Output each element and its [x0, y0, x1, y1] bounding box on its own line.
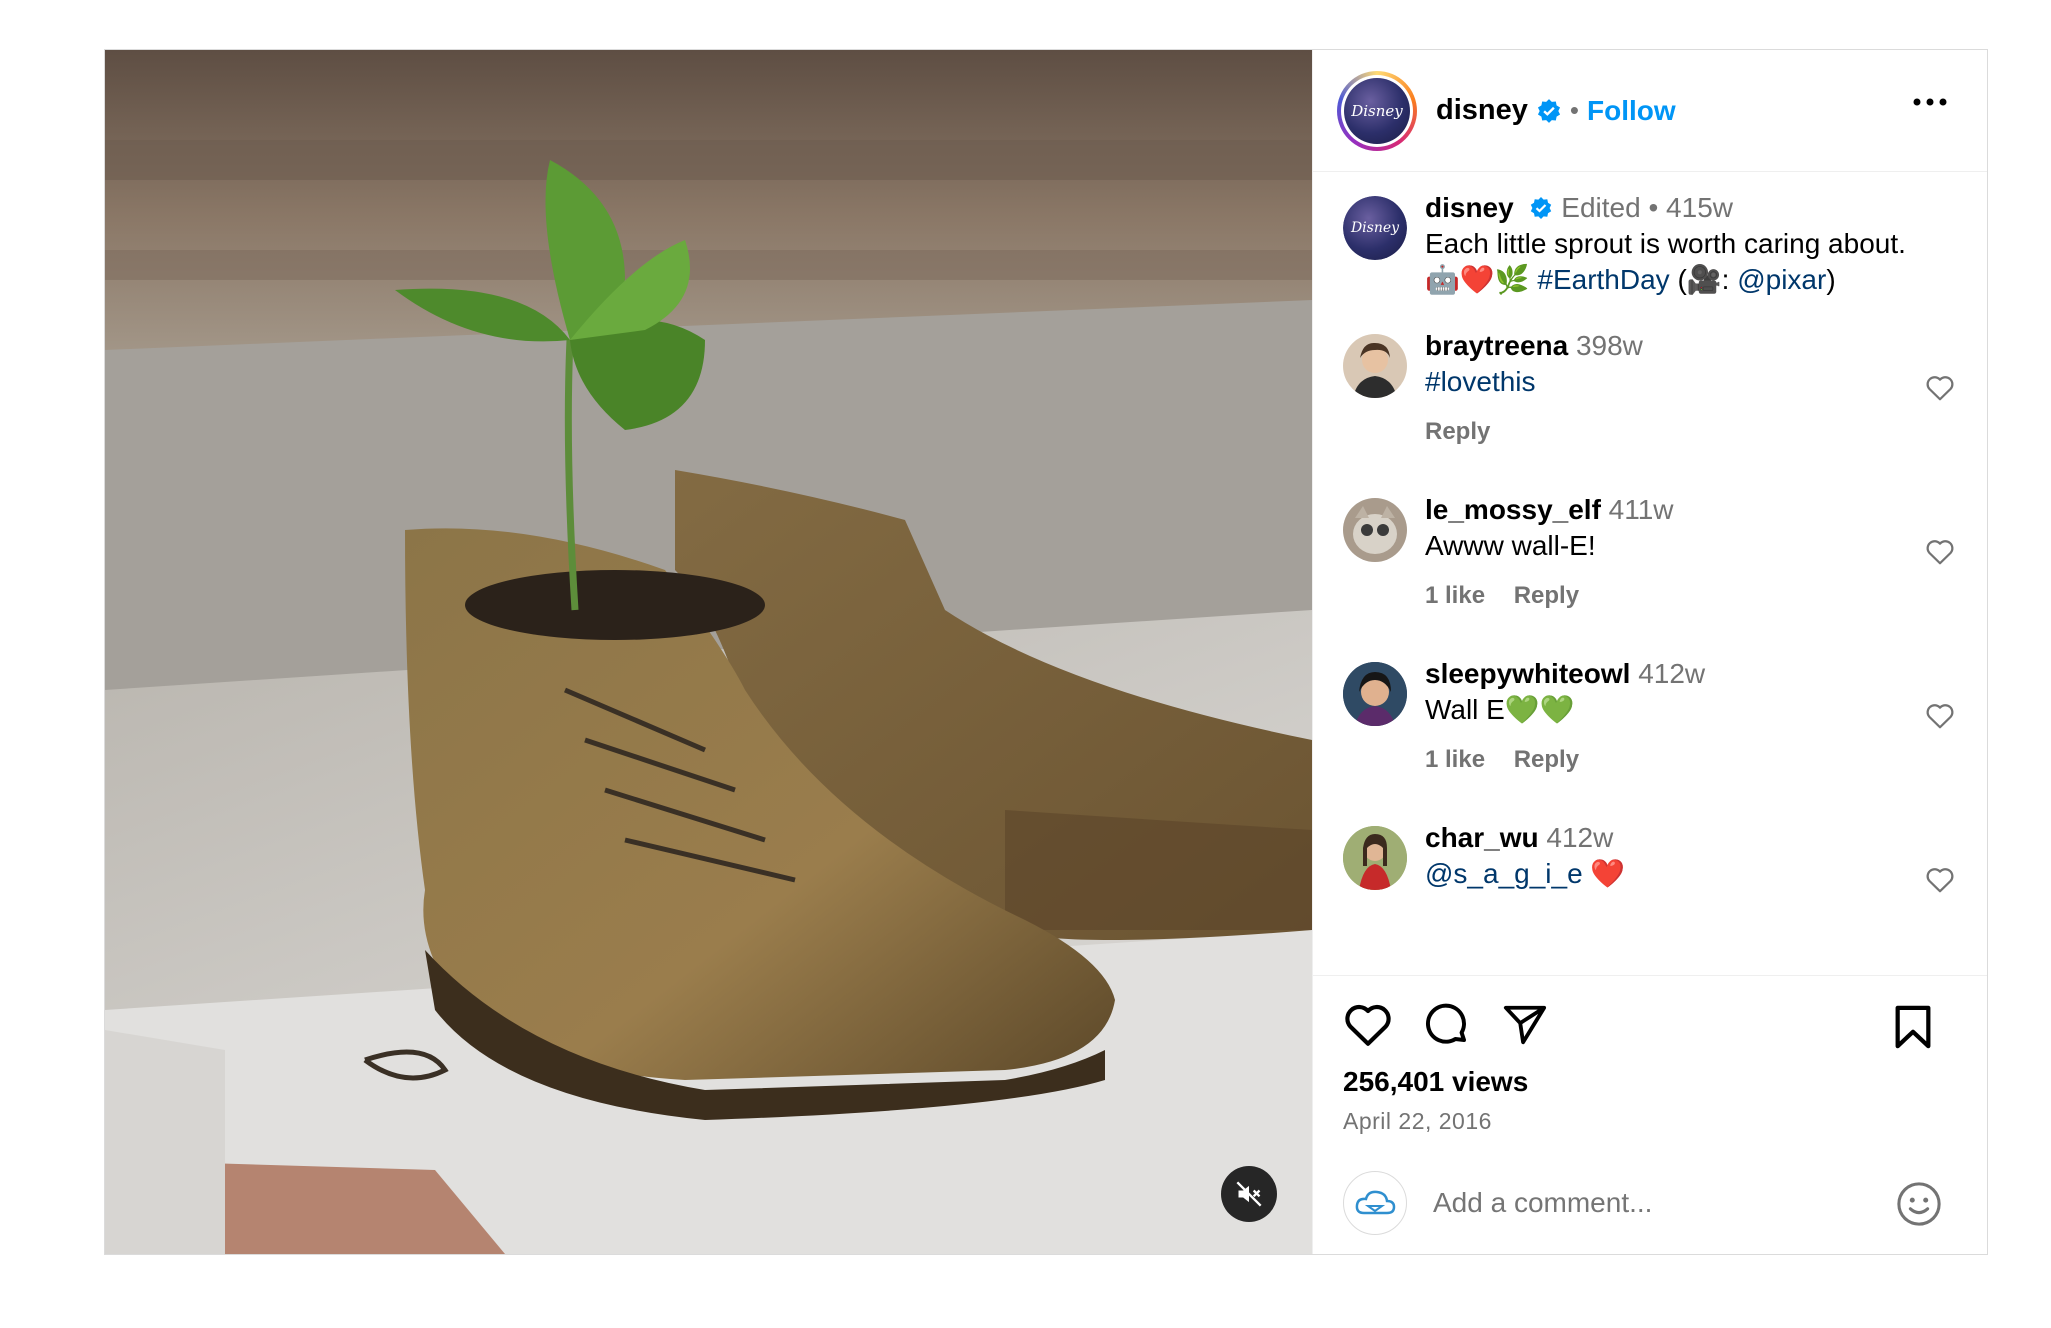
comment-bubble-icon[interactable] [1423, 1001, 1471, 1049]
comment-item: sleepywhiteowl 412w Wall E💚💚 1 like Repl… [1343, 658, 1987, 778]
mention-link[interactable]: @pixar [1737, 264, 1826, 295]
comment-username[interactable]: sleepywhiteowl [1425, 658, 1630, 689]
views-count[interactable]: 256,401 views [1343, 1066, 1963, 1098]
comments-list[interactable]: Disney disney Edited • 415w Each little … [1313, 172, 1987, 975]
bookmark-icon[interactable] [1893, 1004, 1933, 1050]
action-bar: 256,401 views April 22, 2016 [1313, 975, 1987, 1150]
smiley-icon[interactable] [1896, 1181, 1942, 1227]
post-header: Disney disney • Follow [1313, 50, 1987, 172]
comment-time[interactable]: 398w [1576, 330, 1643, 361]
edited-label: Edited [1561, 192, 1641, 223]
comment-text: Awww wall-E! [1425, 530, 1596, 561]
story-ring[interactable]: Disney [1337, 70, 1417, 151]
heart-icon[interactable] [1925, 374, 1955, 402]
hashtag-link[interactable]: #EarthDay [1537, 264, 1669, 295]
reply-button[interactable]: Reply [1514, 582, 1579, 609]
comment-input[interactable] [1433, 1186, 1853, 1219]
comment-time[interactable]: 411w [1609, 494, 1674, 525]
account-username[interactable]: disney [1436, 94, 1528, 127]
follow-button[interactable]: Follow [1587, 95, 1676, 127]
comment-text: Wall E💚💚 [1425, 694, 1575, 725]
heart-icon[interactable] [1343, 1002, 1393, 1048]
comment-item: char_wu 412w @s_a_g_i_e ❤️ [1343, 822, 1987, 894]
more-options-icon[interactable] [1913, 98, 1947, 106]
instagram-post: Disney disney • Follow Disney disney Edi… [104, 49, 1988, 1255]
comment-time[interactable]: 412w [1546, 822, 1613, 853]
avatar[interactable]: Disney [1343, 196, 1407, 260]
comment-username[interactable]: le_mossy_elf [1425, 494, 1601, 525]
reply-button[interactable]: Reply [1425, 418, 1490, 445]
verified-badge-icon [1537, 98, 1560, 123]
heart-icon[interactable] [1925, 702, 1955, 730]
post-sidebar: Disney disney • Follow Disney disney Edi… [1312, 50, 1987, 1254]
avatar[interactable] [1343, 662, 1407, 726]
mention-link[interactable]: @s_a_g_i_e [1425, 858, 1583, 889]
avatar: Disney [1344, 77, 1410, 144]
separator-dot: • [1648, 192, 1659, 223]
comment-username[interactable]: braytreena [1425, 330, 1568, 361]
reply-button[interactable]: Reply [1514, 746, 1579, 773]
comment-item: le_mossy_elf 411w Awww wall-E! 1 like Re… [1343, 494, 1987, 614]
post-date[interactable]: April 22, 2016 [1343, 1108, 1963, 1135]
likes-count[interactable]: 1 like [1425, 582, 1485, 609]
caption: Disney disney Edited • 415w Each little … [1343, 192, 1987, 298]
separator-dot: • [1569, 95, 1579, 125]
speaker-muted-icon [1236, 1181, 1262, 1207]
avatar[interactable] [1343, 334, 1407, 398]
comment-item: braytreena 398w #lovethis Reply [1343, 330, 1987, 450]
post-media[interactable] [105, 50, 1312, 1254]
heart-icon[interactable] [1925, 866, 1955, 894]
comment-hashtag[interactable]: #lovethis [1425, 364, 1643, 400]
boots-sprout-photo [105, 50, 1312, 1254]
cloud-icon [1355, 1190, 1396, 1214]
avatar[interactable] [1343, 826, 1407, 890]
comment-text: ❤️ [1582, 858, 1626, 889]
likes-count[interactable]: 1 like [1425, 746, 1485, 773]
avatar [1343, 1170, 1407, 1235]
credit-open: (🎥: [1677, 264, 1730, 295]
comment-username[interactable]: char_wu [1425, 822, 1539, 853]
caption-emojis: 🤖❤️🌿 [1425, 264, 1530, 295]
avatar[interactable] [1343, 498, 1407, 562]
paper-plane-icon[interactable] [1501, 1002, 1549, 1048]
credit-close: ) [1826, 264, 1836, 295]
mute-button[interactable] [1221, 1166, 1277, 1222]
heart-icon[interactable] [1925, 538, 1955, 566]
verified-badge-icon [1531, 196, 1552, 219]
caption-text: Each little sprout is worth caring about… [1425, 228, 1906, 259]
add-comment-bar [1313, 1150, 1987, 1254]
comment-time[interactable]: 412w [1638, 658, 1705, 689]
caption-time[interactable]: 415w [1666, 192, 1733, 223]
caption-username[interactable]: disney [1425, 192, 1514, 223]
